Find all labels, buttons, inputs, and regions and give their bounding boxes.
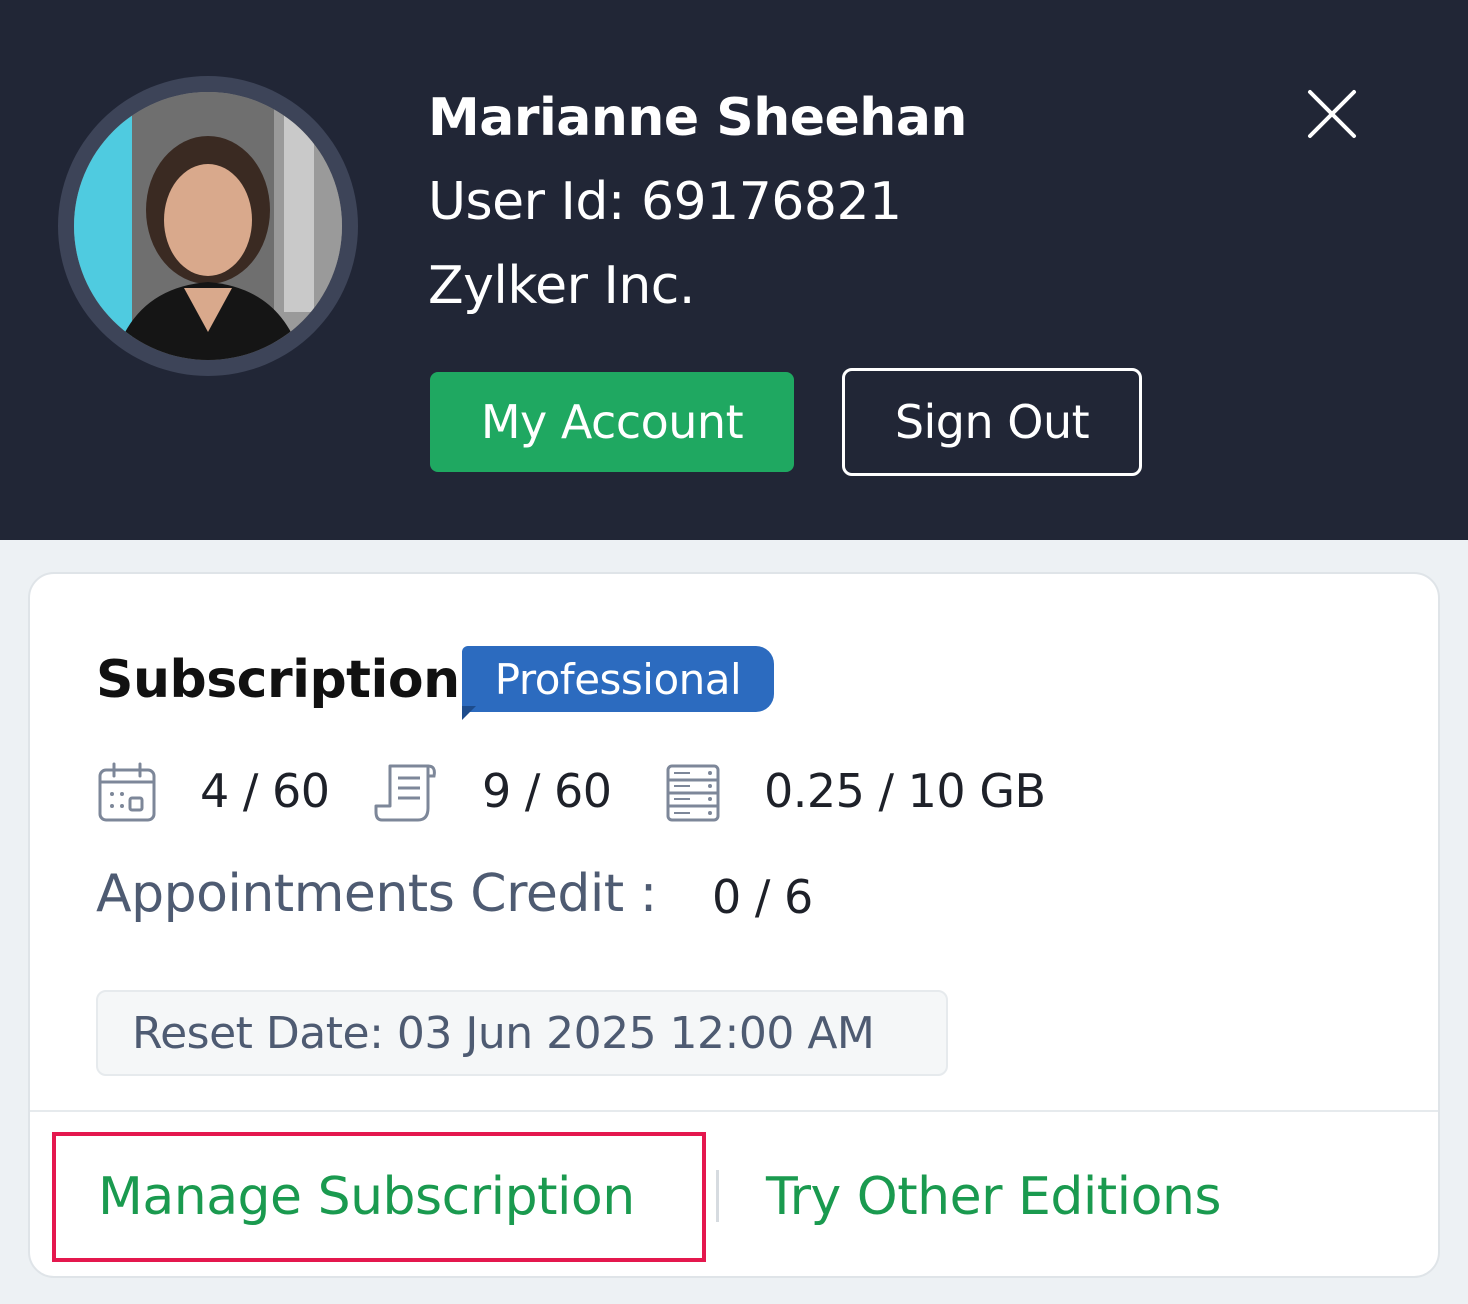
manage-subscription-link[interactable]: Manage Subscription [52,1132,706,1262]
my-account-button[interactable]: My Account [430,372,794,472]
storage-icon [662,762,724,824]
storage-usage: 0.25 / 10 GB [764,764,1046,818]
appointments-credit-label: Appointments Credit : [96,864,657,924]
try-other-editions-link[interactable]: Try Other Editions [766,1132,1222,1262]
edition-badge: Professional [462,646,774,712]
documents-count: 9 / 60 [482,764,612,818]
avatar-image [74,92,342,360]
close-icon[interactable] [1300,82,1364,146]
appointments-count: 4 / 60 [200,764,330,818]
user-name: Marianne Sheehan [428,88,967,148]
appointments-credit-value: 0 / 6 [712,870,813,924]
edition-badge-tail [462,706,476,720]
organization-name: Zylker Inc. [428,256,695,316]
subscription-title: Subscription [96,650,460,710]
link-separator [716,1170,719,1222]
user-id: User Id: 69176821 [428,172,902,232]
sign-out-button[interactable]: Sign Out [842,368,1142,476]
document-icon [374,762,436,824]
reset-date: Reset Date: 03 Jun 2025 12:00 AM [96,990,948,1076]
avatar[interactable] [74,92,342,360]
card-divider [30,1110,1438,1112]
subscription-card: Subscription Professional 4 / 60 9 / 60 [28,572,1440,1278]
calendar-icon [96,762,158,824]
profile-header: Marianne Sheehan User Id: 69176821 Zylke… [0,0,1468,540]
